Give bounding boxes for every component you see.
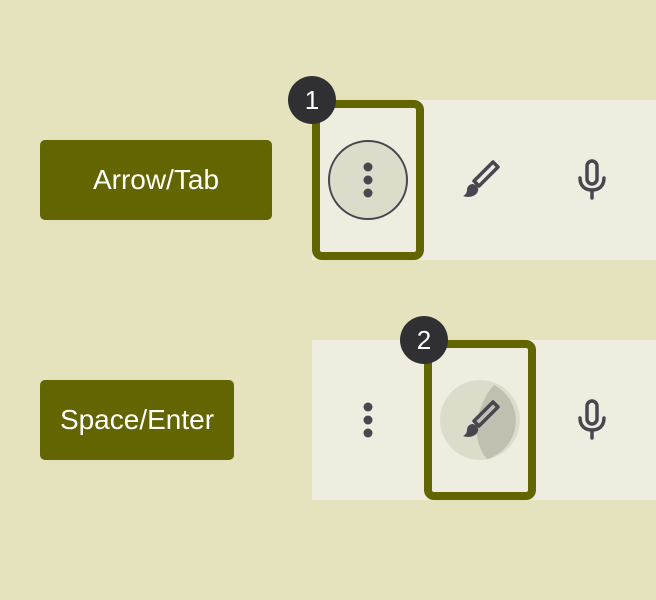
- more-options-button[interactable]: [312, 340, 424, 500]
- mic-icon: [578, 399, 606, 440]
- key-label-space-enter: Space/Enter: [40, 380, 234, 460]
- more-vert-icon: [328, 140, 408, 220]
- microphone-button[interactable]: [536, 100, 648, 260]
- brush-button[interactable]: [424, 100, 536, 260]
- more-options-button[interactable]: [312, 100, 424, 260]
- step-number: 1: [304, 84, 320, 115]
- mic-icon: [578, 159, 606, 200]
- step-number: 2: [416, 324, 432, 355]
- key-label-text: Arrow/Tab: [92, 164, 220, 195]
- more-vert-icon: [363, 402, 373, 438]
- key-label-text: Space/Enter: [59, 404, 215, 435]
- step-badge: 2: [400, 316, 448, 364]
- toolbar-row-2: [312, 340, 656, 500]
- brush-icon: [440, 380, 520, 460]
- brush-icon: [463, 160, 500, 197]
- key-label-arrow-tab: Arrow/Tab: [40, 140, 272, 220]
- step-badge: 1: [288, 76, 336, 124]
- toolbar-row-1: [312, 100, 656, 260]
- brush-button-pressed[interactable]: [424, 340, 536, 500]
- microphone-button[interactable]: [536, 340, 648, 500]
